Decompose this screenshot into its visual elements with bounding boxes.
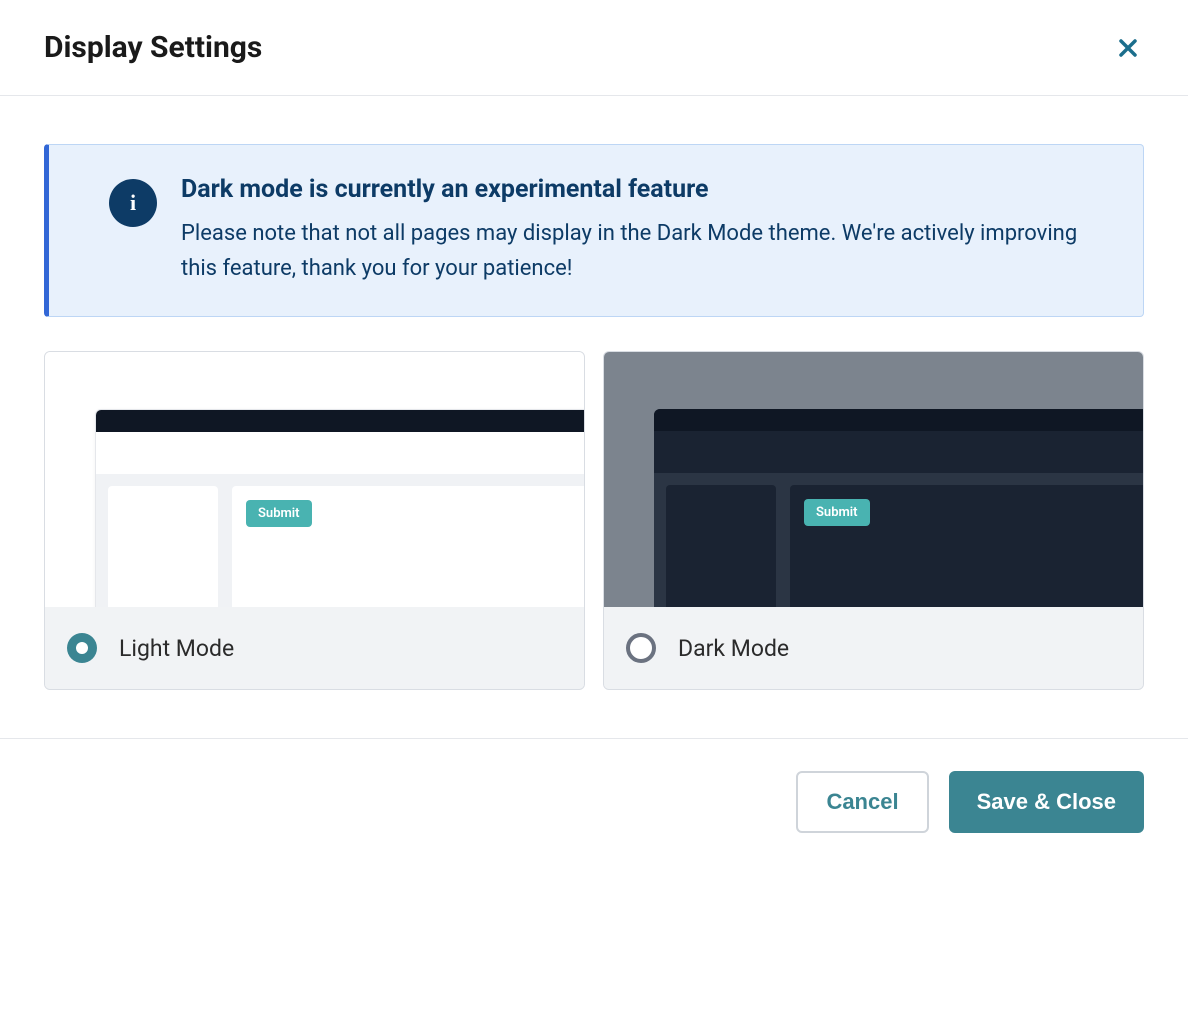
info-content: Dark mode is currently an experimental f… [181, 175, 1113, 286]
modal-header: Display Settings [0, 0, 1188, 96]
info-banner-text: Please note that not all pages may displ… [181, 216, 1113, 286]
save-close-button[interactable]: Save & Close [949, 771, 1144, 833]
theme-options: Submit Light Mode Submit [44, 351, 1144, 690]
modal-body: i Dark mode is currently an experimental… [0, 96, 1188, 738]
light-mode-preview: Submit [45, 352, 584, 607]
preview-submit-button: Submit [804, 499, 870, 526]
dark-mode-radio[interactable] [626, 633, 656, 663]
light-mode-label: Light Mode [119, 635, 234, 662]
preview-submit-button: Submit [246, 500, 312, 527]
info-banner: i Dark mode is currently an experimental… [44, 144, 1144, 317]
close-button[interactable] [1112, 32, 1144, 64]
dark-mode-label: Dark Mode [678, 635, 789, 662]
close-icon [1116, 36, 1140, 60]
dark-mode-preview: Submit [604, 352, 1143, 607]
light-mode-radio[interactable] [67, 633, 97, 663]
modal-title: Display Settings [44, 30, 262, 65]
cancel-button[interactable]: Cancel [796, 771, 928, 833]
info-banner-heading: Dark mode is currently an experimental f… [181, 175, 1113, 204]
modal-footer: Cancel Save & Close [0, 738, 1188, 865]
info-icon: i [109, 179, 157, 227]
option-light-mode[interactable]: Submit Light Mode [44, 351, 585, 690]
option-dark-mode[interactable]: Submit Dark Mode [603, 351, 1144, 690]
